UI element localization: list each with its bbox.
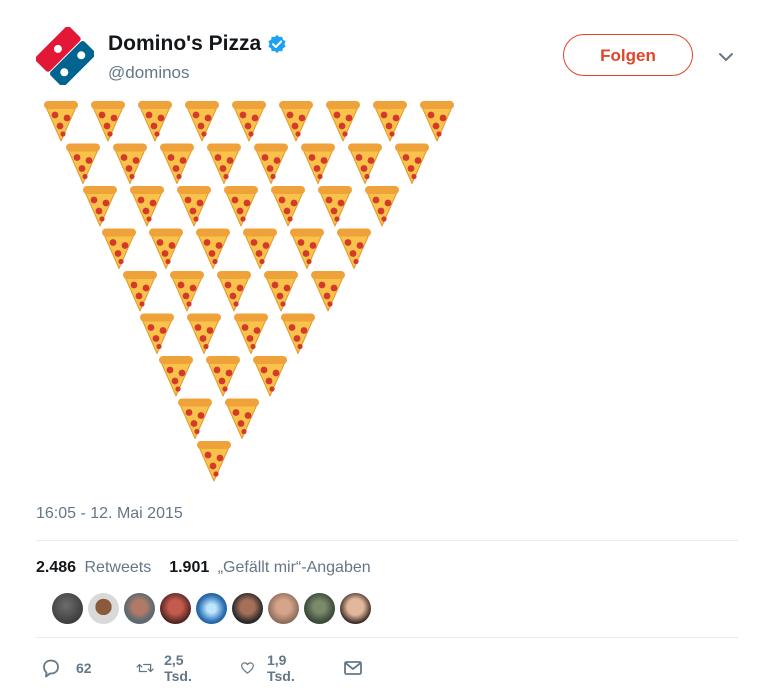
retweet-icon (136, 663, 154, 673)
avatar[interactable] (232, 593, 263, 624)
retweet-button[interactable]: 2,5 Tsd. (136, 652, 200, 684)
retweets-label: Retweets (84, 559, 152, 576)
avatar[interactable] (304, 593, 335, 624)
pizza-slice-icon (123, 271, 157, 312)
pizza-slice-icon (217, 271, 251, 312)
pizza-slice-icon (196, 228, 230, 269)
pizza-slice-icon (234, 313, 268, 354)
pizza-slice-icon (264, 271, 298, 312)
pizza-slice-icon (279, 101, 313, 142)
timestamp[interactable]: 16:05 - 12. Mai 2015 (36, 505, 183, 523)
pizza-slice-icon (185, 101, 219, 142)
avatar[interactable] (196, 593, 227, 624)
avatar[interactable] (160, 593, 191, 624)
pizza-slice-icon (365, 186, 399, 227)
pizza-slice-icon (66, 143, 100, 184)
envelope-icon (344, 661, 362, 675)
pizza-slice-icon (206, 356, 240, 397)
heart-icon (241, 662, 254, 674)
pizza-slice-icon (395, 143, 429, 184)
likes-count: 1.901 (169, 559, 210, 576)
engagement-stats: 2.486 Retweets 1.901 „Gefällt mir“-Angab… (36, 559, 389, 577)
pizza-triangle-image (44, 101, 454, 482)
pizza-slice-icon (281, 313, 315, 354)
pizza-slice-icon (207, 143, 241, 184)
pizza-slice-icon (140, 313, 174, 354)
like-button[interactable]: 1,9 Tsd. (240, 652, 302, 684)
pizza-slice-icon (420, 101, 454, 142)
pizza-slice-icon (254, 143, 288, 184)
pizza-slice-icon (91, 101, 125, 142)
retweet-count: 2,5 Tsd. (164, 652, 192, 684)
avatar[interactable] (88, 593, 119, 624)
avatar[interactable] (268, 593, 299, 624)
pizza-slice-icon (170, 271, 204, 312)
pizza-slice-icon (102, 228, 136, 269)
reply-count: 62 (76, 660, 92, 676)
pizza-slice-icon (243, 228, 277, 269)
pizza-slice-icon (253, 356, 287, 397)
reply-icon (43, 659, 59, 678)
pizza-slice-icon (138, 101, 172, 142)
avatar[interactable] (52, 593, 83, 624)
pizza-slice-icon (160, 143, 194, 184)
pizza-slice-icon (130, 186, 164, 227)
likes-stat[interactable]: 1.901 „Gefällt mir“-Angaben (169, 559, 374, 577)
pizza-slice-icon (271, 186, 305, 227)
likes-label: „Gefällt mir“-Angaben (217, 559, 371, 576)
divider (36, 637, 738, 638)
retweets-stat[interactable]: 2.486 Retweets (36, 559, 155, 577)
pizza-slice-icon (224, 186, 258, 227)
pizza-slice-icon (373, 101, 407, 142)
pizza-slice-icon (225, 398, 259, 439)
pizza-slice-icon (337, 228, 371, 269)
avatar[interactable] (124, 593, 155, 624)
pizza-slice-icon (301, 143, 335, 184)
pizza-slice-icon (83, 186, 117, 227)
pizza-slice-icon (318, 186, 352, 227)
pizza-slice-icon (290, 228, 324, 269)
pizza-slice-icon (348, 143, 382, 184)
pizza-slice-icon (149, 228, 183, 269)
pizza-slice-icon (197, 441, 231, 482)
liker-avatars (52, 593, 371, 624)
divider (36, 540, 738, 541)
direct-message-button[interactable] (342, 657, 364, 679)
like-count: 1,9 Tsd. (266, 652, 295, 684)
pizza-slice-icon (232, 101, 266, 142)
pizza-slice-icon (178, 398, 212, 439)
pizza-slice-icon (177, 186, 211, 227)
pizza-slice-icon (44, 101, 78, 142)
pizza-slice-icon (113, 143, 147, 184)
avatar[interactable] (340, 593, 371, 624)
pizza-slice-icon (326, 101, 360, 142)
pizza-slice-icon (311, 271, 345, 312)
pizza-slice-icon (187, 313, 221, 354)
retweets-count: 2.486 (36, 559, 77, 576)
pizza-slice-icon (159, 356, 193, 397)
reply-button[interactable]: 62 (40, 657, 92, 679)
